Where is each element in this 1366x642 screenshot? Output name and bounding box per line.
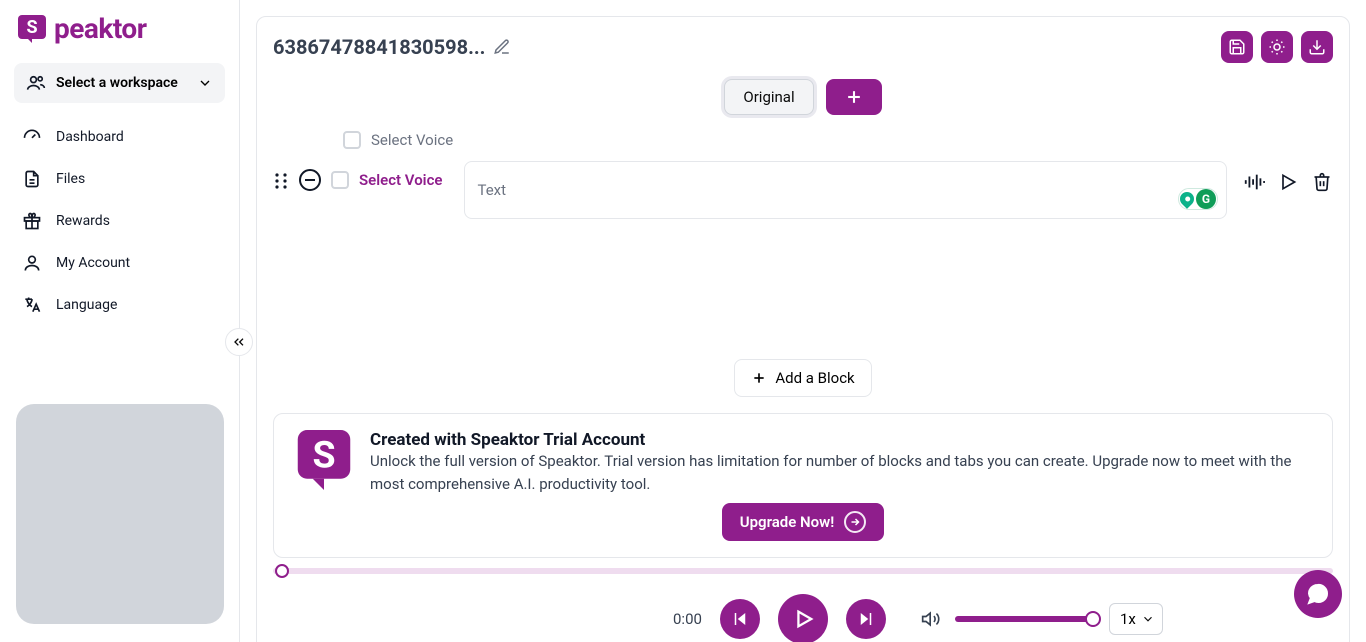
- gauge-icon: [22, 127, 42, 147]
- speed-select[interactable]: 1x: [1109, 603, 1163, 635]
- edit-title-button[interactable]: [493, 38, 511, 56]
- trial-description: Unlock the full version of Speaktor. Tri…: [370, 450, 1312, 495]
- volume-slider[interactable]: [955, 616, 1095, 622]
- sidebar-item-rewards[interactable]: Rewards: [14, 201, 225, 241]
- brand-name: peaktor: [54, 12, 146, 45]
- arrow-right-circle-icon: [844, 511, 866, 533]
- text-extension-widget: G: [1178, 188, 1218, 210]
- drag-handle-icon[interactable]: [273, 171, 289, 191]
- sidebar-item-dashboard[interactable]: Dashboard: [14, 117, 225, 157]
- logo-mark: S: [16, 13, 48, 45]
- player-controls: 0:00: [273, 594, 1333, 642]
- prev-button[interactable]: [720, 599, 760, 639]
- location-subicon: [1177, 189, 1197, 209]
- workspace-label: Select a workspace: [56, 75, 178, 91]
- block-actions: [1243, 171, 1333, 193]
- current-time: 0:00: [673, 610, 702, 628]
- select-all-checkbox[interactable]: [343, 131, 361, 149]
- add-tab-button[interactable]: [826, 79, 882, 115]
- seek-track-line: [273, 568, 1333, 574]
- volume-icon: [921, 609, 941, 629]
- tab-label: Original: [743, 88, 794, 106]
- next-button[interactable]: [846, 599, 886, 639]
- titlebar: 63867478841830598...: [273, 31, 1333, 63]
- volume-thumb[interactable]: [1085, 611, 1101, 627]
- chat-fab[interactable]: [1294, 570, 1342, 618]
- sidebar-item-label: Files: [56, 171, 85, 187]
- workspace-selector[interactable]: Select a workspace: [14, 63, 225, 103]
- play-button[interactable]: [778, 594, 828, 642]
- collapse-sidebar-button[interactable]: [225, 328, 253, 356]
- speed-select-wrap: 1x: [1109, 603, 1163, 635]
- theme-button[interactable]: [1261, 31, 1293, 63]
- brand-logo: S peaktor: [10, 10, 229, 55]
- select-voice-button[interactable]: Select Voice: [359, 171, 442, 189]
- users-icon: [26, 73, 46, 93]
- chevron-down-icon: [197, 75, 213, 91]
- grammarly-ext-icon[interactable]: G: [1178, 188, 1218, 210]
- file-icon: [22, 169, 42, 189]
- trial-title: Created with Speaktor Trial Account: [370, 430, 1312, 450]
- upgrade-button[interactable]: Upgrade Now!: [722, 503, 884, 541]
- add-block-label: Add a Block: [775, 369, 854, 387]
- sidebar-item-label: Dashboard: [56, 129, 124, 145]
- save-button[interactable]: [1221, 31, 1253, 63]
- tabs: Original: [273, 79, 1333, 115]
- block-checkbox[interactable]: [331, 171, 349, 189]
- add-block-button[interactable]: Add a Block: [734, 359, 871, 397]
- header-actions: [1221, 31, 1333, 63]
- sidebar-nav: Dashboard Files Rewards My Account: [10, 117, 229, 325]
- content-block: Select Voice G: [273, 161, 1333, 219]
- svg-text:S: S: [312, 434, 335, 478]
- seek-thumb[interactable]: [275, 564, 289, 578]
- select-voice-header-label: Select Voice: [371, 131, 453, 149]
- sidebar-item-language[interactable]: Language: [14, 285, 225, 325]
- upgrade-label: Upgrade Now!: [740, 513, 834, 531]
- trial-banner: S Created with Speaktor Trial Account Un…: [273, 413, 1333, 558]
- sidebar-ad-placeholder: [16, 404, 224, 624]
- gift-icon: [22, 211, 42, 231]
- download-button[interactable]: [1301, 31, 1333, 63]
- seek-track[interactable]: [273, 566, 1333, 576]
- play-block-button[interactable]: [1277, 171, 1299, 193]
- add-block-row: Add a Block: [273, 359, 1333, 397]
- sidebar-item-files[interactable]: Files: [14, 159, 225, 199]
- collapse-block-button[interactable]: [299, 169, 321, 191]
- delete-block-button[interactable]: [1311, 171, 1333, 193]
- right-controls: 1x: [921, 603, 1163, 635]
- select-voice-header-row: Select Voice: [273, 131, 1333, 149]
- sidebar-item-account[interactable]: My Account: [14, 243, 225, 283]
- svg-text:S: S: [26, 17, 37, 38]
- waveform-button[interactable]: [1243, 171, 1265, 193]
- tab-original[interactable]: Original: [724, 79, 813, 115]
- audio-player: 0:00: [273, 566, 1333, 642]
- main: 63867478841830598... Orig: [240, 0, 1366, 642]
- sidebar: S peaktor Select a workspace Dashboard: [0, 0, 240, 642]
- block-text-field: G: [464, 161, 1227, 219]
- g-subicon: G: [1196, 189, 1216, 209]
- trial-logo-icon: S: [294, 430, 354, 490]
- sidebar-item-label: My Account: [56, 255, 130, 271]
- document-title: 63867478841830598...: [273, 35, 485, 59]
- editor-card: 63867478841830598... Orig: [256, 16, 1350, 642]
- user-icon: [22, 253, 42, 273]
- sidebar-item-label: Rewards: [56, 213, 110, 229]
- translate-icon: [22, 295, 42, 315]
- block-text-input[interactable]: [477, 170, 1170, 210]
- sidebar-item-label: Language: [56, 297, 117, 313]
